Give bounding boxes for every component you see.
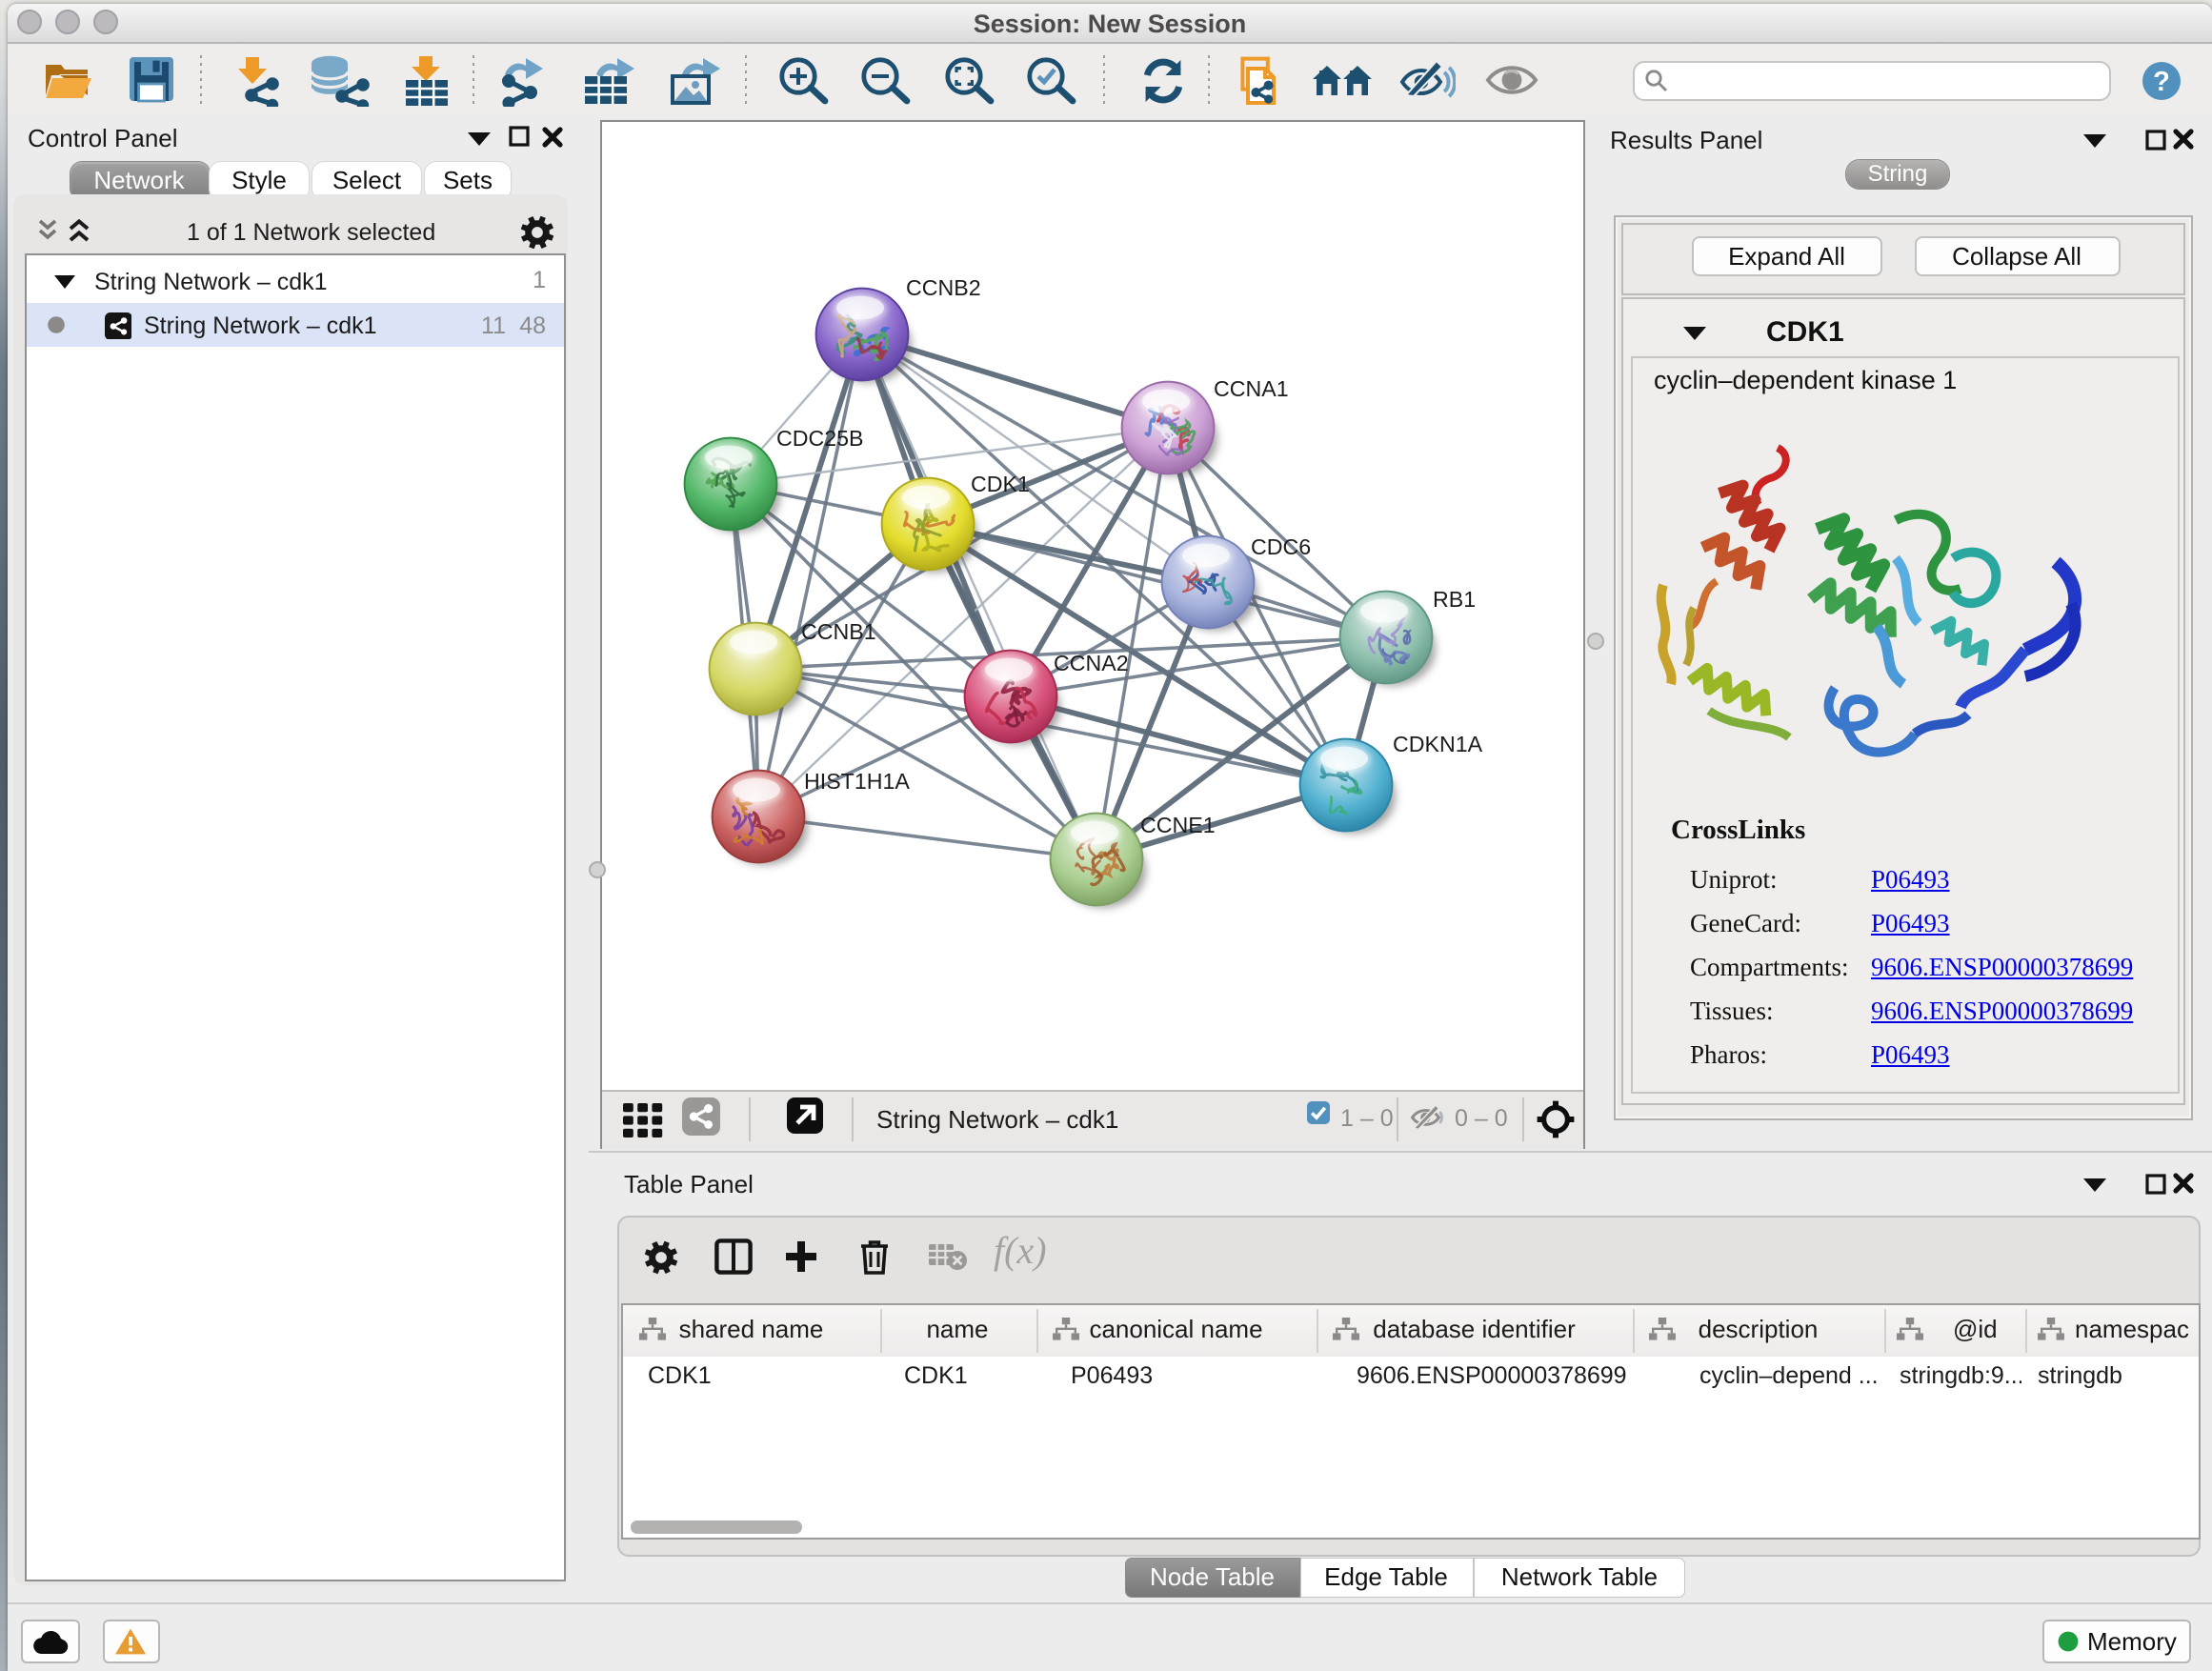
svg-text:?: ? [2153, 67, 2170, 97]
svg-text:CCNA1: CCNA1 [1214, 375, 1289, 400]
svg-text:CDC25B: CDC25B [776, 425, 864, 450]
svg-text:CCNB2: CCNB2 [906, 274, 981, 299]
svg-text:CDKN1A: CDKN1A [1393, 731, 1483, 755]
svg-text:CCNE1: CCNE1 [1140, 812, 1216, 836]
svg-text:CCNB1: CCNB1 [801, 618, 876, 643]
svg-text:CCNA2: CCNA2 [1054, 650, 1129, 674]
svg-text:CDC6: CDC6 [1251, 534, 1311, 558]
svg-text:RB1: RB1 [1433, 586, 1476, 611]
svg-text:CDK1: CDK1 [971, 471, 1030, 495]
svg-text:HIST1H1A: HIST1H1A [804, 768, 910, 793]
